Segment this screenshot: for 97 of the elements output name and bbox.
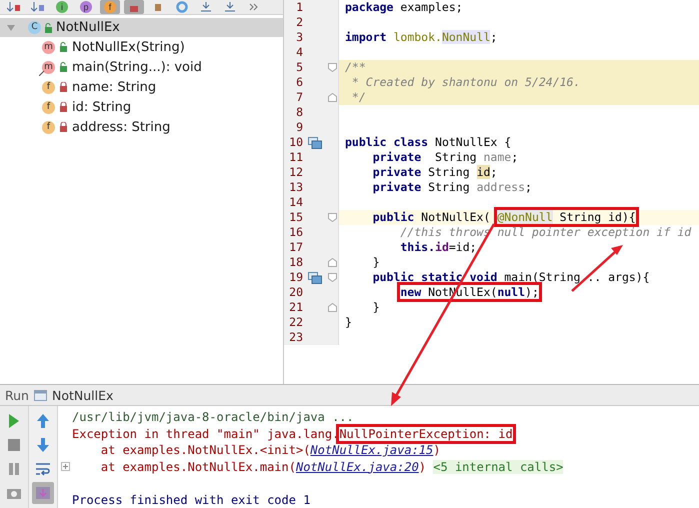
code-line: private String id; (372, 165, 498, 179)
panel-title: Run (5, 388, 29, 402)
tree-row[interactable]: C NotNullEx (0, 18, 283, 37)
pin-icon (39, 70, 45, 76)
line-number: 4 (295, 45, 303, 60)
toolbar-button[interactable]: i (52, 0, 72, 14)
field-badge: f (42, 100, 55, 114)
expand-all-icon (200, 2, 212, 12)
line-number: 5 (295, 60, 303, 75)
code-text: NotNullEx( (420, 210, 492, 224)
line-number: 11 (288, 150, 303, 165)
console-line: Process finished with exit code 1 (72, 492, 310, 508)
line-number: 22 (288, 315, 303, 330)
method-badge: m (42, 40, 55, 54)
line-number: 18 (288, 255, 303, 270)
unlocked-icon (44, 22, 53, 32)
line-number: 8 (295, 105, 303, 120)
member-name: main(String...): void (72, 60, 202, 74)
circle-icon (176, 1, 188, 13)
code-line: private String name; (372, 150, 518, 164)
member-name: name: String (72, 80, 156, 94)
sort-icon (7, 2, 21, 12)
line-number: 23 (288, 330, 303, 345)
field-badge: f (42, 120, 55, 134)
tree-row[interactable]: m NotNullEx(String) (0, 37, 283, 57)
line-number: 15 (288, 210, 303, 225)
fold-marker-icon[interactable] (328, 258, 337, 267)
code-line: private String address; (372, 180, 532, 194)
code-line: public class NotNullEx { (345, 135, 512, 149)
fold-marker-icon[interactable] (328, 303, 337, 312)
up-icon (34, 412, 52, 430)
collapse-all-icon (224, 2, 236, 12)
fold-marker-icon[interactable] (328, 63, 337, 72)
scroll-end-icon (34, 484, 52, 502)
fold-marker-icon[interactable] (328, 213, 337, 222)
unlocked-icon (59, 42, 68, 52)
sort-icon (31, 2, 45, 12)
code-line: this.id=id; (399, 240, 477, 254)
class-badge: C (28, 21, 41, 34)
member-name: NotNullEx(String) (72, 40, 185, 54)
chevrons-icon (249, 3, 259, 11)
toolbar-button[interactable]: p (76, 0, 96, 14)
method-badge: m (42, 60, 55, 74)
overlapping-windows-icon[interactable] (308, 136, 322, 148)
filter-icon: p (80, 1, 92, 13)
fold-marker-icon[interactable] (328, 93, 337, 102)
line-number: 21 (288, 300, 303, 315)
line-number: 9 (295, 120, 303, 135)
tree-row[interactable]: f address: String (0, 117, 283, 137)
down-icon (34, 436, 52, 454)
stop-icon (5, 436, 23, 454)
line-number: 12 (288, 165, 303, 180)
tree-row[interactable]: f name: String (0, 77, 283, 97)
overlapping-windows-icon[interactable] (308, 272, 322, 284)
code-line: } (345, 315, 352, 329)
fold-marker-icon[interactable] (328, 273, 337, 282)
code-text: public (372, 210, 414, 224)
filter-icon: f (104, 1, 116, 13)
console-text: Exception in thread "main" java.lang. (72, 426, 340, 440)
console-line: at examples.NotNullEx.main(NotNullEx.java:20) <5 internal calls> (100, 458, 564, 475)
line-number: 3 (295, 30, 303, 45)
expand-icon[interactable] (60, 462, 70, 472)
expand-arrow-icon (6, 22, 16, 32)
unlocked-icon (59, 62, 68, 72)
line-number: 2 (295, 15, 303, 30)
console-line: at examples.NotNullEx.<init>(NotNullEx.java:15) (100, 442, 440, 458)
toolbar-button[interactable] (124, 0, 144, 14)
run-tab[interactable]: NotNullEx (52, 388, 114, 402)
tree-row[interactable]: m main(String...): void (0, 57, 283, 77)
line-number: 14 (288, 195, 303, 210)
code-line: package examples; (345, 0, 463, 14)
filter-icon: i (56, 1, 68, 13)
line-number: 19 (288, 270, 303, 285)
code-line: } (372, 300, 380, 314)
line-number: 16 (288, 225, 303, 240)
code-line: * Created by shantonu on 5/24/16. (350, 75, 580, 89)
line-number: 10 (288, 135, 303, 150)
highlighted-message: NullPointerException: id (339, 426, 513, 440)
highlighted-code: @NonNull String id){ (497, 210, 636, 224)
tree-row[interactable]: f id: String (0, 97, 283, 117)
line-number: 17 (288, 240, 303, 255)
toolbar-button[interactable]: f (100, 0, 120, 14)
window-icon (34, 390, 47, 400)
line-number: 7 (295, 90, 303, 105)
member-name: id: String (72, 100, 132, 114)
code-line: } (372, 255, 380, 269)
line-number: 20 (288, 285, 303, 300)
class-name: NotNullEx (56, 20, 120, 35)
field-badge: f (42, 80, 55, 94)
code-line: */ (350, 90, 366, 104)
code-line: import lombok.NonNull; (345, 30, 498, 44)
line-number: 1 (295, 0, 303, 15)
member-name: address: String (72, 120, 170, 134)
console-line: /usr/lib/jvm/java-8-oracle/bin/java ... (72, 409, 354, 426)
code-line: /** (345, 60, 366, 74)
line-number: 6 (295, 75, 303, 90)
line-number: 13 (288, 180, 303, 195)
